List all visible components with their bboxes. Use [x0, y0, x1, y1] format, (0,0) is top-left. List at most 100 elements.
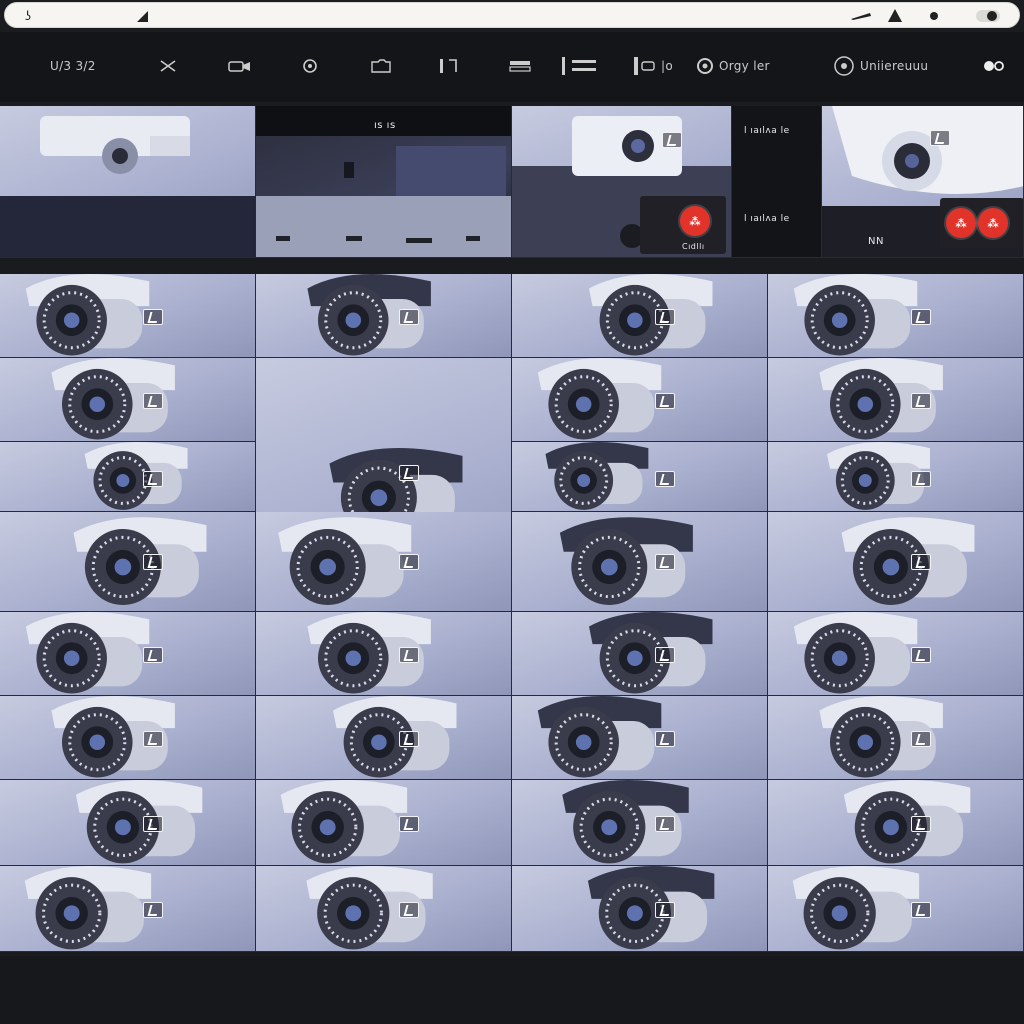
ptz-badge[interactable] — [662, 132, 682, 148]
camera-button[interactable] — [228, 54, 252, 78]
ptz-badge[interactable] — [655, 902, 676, 919]
camera-tile[interactable] — [256, 274, 512, 358]
ptz-badge[interactable] — [143, 471, 164, 488]
camera-feed-image — [51, 696, 175, 778]
storage-icon — [509, 61, 531, 72]
more-button[interactable] — [982, 54, 1006, 78]
camera-tile[interactable] — [256, 780, 512, 866]
alert-button[interactable]: ⁂ — [680, 206, 710, 236]
snapshot-button[interactable] — [370, 54, 392, 78]
camera-tile[interactable] — [256, 512, 512, 612]
camera-tile[interactable] — [768, 780, 1024, 866]
ptz-badge[interactable] — [399, 816, 420, 833]
ptz-badge[interactable] — [399, 554, 420, 570]
ptz-badge[interactable] — [655, 393, 676, 410]
camera-tile[interactable] — [0, 274, 256, 358]
camera-tile[interactable] — [512, 442, 768, 512]
ptz-badge[interactable] — [143, 731, 164, 748]
ptz-badge[interactable] — [911, 393, 932, 410]
camera-tile[interactable] — [0, 612, 256, 696]
record-button[interactable] — [300, 54, 320, 78]
dot-icon[interactable] — [929, 11, 939, 21]
camera-tile[interactable] — [0, 780, 256, 866]
camera-tile[interactable] — [0, 106, 256, 258]
ptz-badge[interactable] — [655, 309, 676, 326]
camera-tile[interactable] — [256, 866, 512, 952]
camera-tile[interactable] — [768, 612, 1024, 696]
camera-feed-image — [793, 612, 918, 694]
ptz-badge[interactable] — [143, 816, 164, 833]
ptz-badge[interactable] — [911, 471, 932, 488]
close-button[interactable] — [158, 54, 178, 78]
list-button[interactable] — [560, 54, 600, 78]
playback-button[interactable]: |o — [632, 54, 673, 78]
ptz-badge[interactable] — [911, 554, 932, 570]
pen-icon[interactable] — [850, 11, 872, 21]
cursor-icon[interactable] — [135, 9, 149, 23]
settings-label: Orgy ler — [719, 59, 770, 73]
ptz-badge[interactable] — [143, 393, 164, 410]
ptz-badge[interactable] — [655, 647, 676, 664]
camera-tile[interactable] — [512, 358, 768, 442]
alert-text: l ıaılʌa le — [744, 126, 790, 136]
ptz-badge[interactable] — [143, 647, 164, 664]
alert-button[interactable]: ⁂ — [978, 208, 1008, 238]
ptz-badge[interactable] — [143, 309, 164, 326]
camera-tile[interactable] — [512, 512, 768, 612]
toggle-icon[interactable] — [975, 8, 1003, 24]
camera-tile[interactable]: ıs ıs — [256, 106, 512, 258]
camera-tile[interactable] — [768, 442, 1024, 512]
camera-tile[interactable] — [512, 696, 768, 780]
ptz-badge[interactable] — [399, 647, 420, 664]
camera-feed-image — [587, 866, 715, 950]
ptz-badge[interactable] — [655, 731, 676, 748]
storage-button[interactable] — [508, 54, 532, 78]
camera-tile[interactable] — [0, 696, 256, 780]
camera-tile[interactable] — [256, 696, 512, 780]
camera-tile[interactable] — [512, 780, 768, 866]
address-bar[interactable]: ʖ — [4, 2, 1020, 28]
camera-tile[interactable] — [768, 866, 1024, 952]
camera-tile[interactable] — [256, 612, 512, 696]
ptz-badge[interactable] — [655, 554, 676, 570]
layout-button[interactable]: U/3 3/2 — [50, 54, 96, 78]
camera-tile[interactable] — [768, 358, 1024, 442]
ptz-badge[interactable] — [911, 902, 932, 919]
ptz-badge[interactable] — [399, 902, 420, 919]
camera-tile[interactable] — [0, 866, 256, 952]
camera-feed-image — [25, 274, 150, 356]
ptz-badge[interactable] — [911, 731, 932, 748]
camera-tile[interactable] — [512, 274, 768, 358]
camera-feed-image — [537, 696, 662, 778]
ptz-badge[interactable] — [655, 471, 676, 488]
camera-tile[interactable] — [512, 612, 768, 696]
camera-tile[interactable] — [768, 274, 1024, 358]
camera-tile[interactable] — [0, 358, 256, 442]
camera-tile[interactable] — [768, 696, 1024, 780]
camera-tile[interactable] — [512, 866, 768, 952]
ptz-badge[interactable] — [399, 464, 420, 481]
camera-tile[interactable]: ⁂ ⁂ NN — [822, 106, 1024, 258]
ptz-badge[interactable] — [911, 647, 932, 664]
ptz-badge[interactable] — [655, 816, 676, 833]
camera-feed-image — [84, 442, 188, 510]
camera-feed-image — [51, 358, 175, 440]
camera-tile[interactable]: ⁂ Cıdllı — [512, 106, 732, 258]
ptz-badge[interactable] — [399, 731, 420, 748]
split-button[interactable] — [438, 54, 462, 78]
camera-tile[interactable] — [0, 512, 256, 612]
ptz-badge[interactable] — [911, 309, 932, 326]
settings-button[interactable]: Orgy ler — [696, 54, 770, 78]
camera-tile[interactable] — [768, 512, 1024, 612]
ptz-badge[interactable] — [143, 554, 164, 570]
ptz-badge[interactable] — [143, 902, 164, 919]
record-icon — [303, 59, 317, 73]
alert-button[interactable]: ⁂ — [946, 208, 976, 238]
unmanaged-button[interactable]: Uniiereuuu — [833, 54, 928, 78]
camera-tile[interactable] — [0, 442, 256, 512]
ptz-badge[interactable] — [911, 816, 932, 833]
triangle-icon[interactable] — [887, 8, 903, 24]
ptz-badge[interactable] — [399, 309, 420, 326]
ptz-badge[interactable] — [930, 130, 950, 146]
back-icon[interactable]: ʖ — [25, 9, 31, 23]
